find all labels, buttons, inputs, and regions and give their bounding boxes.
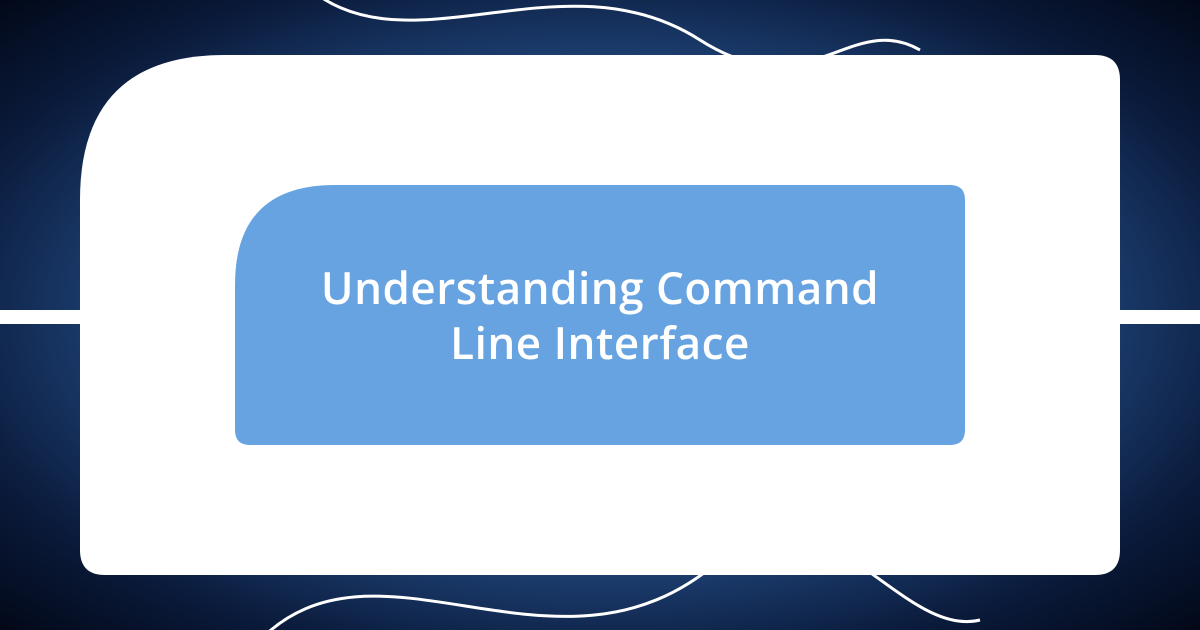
title-panel: Understanding Command Line Interface: [235, 185, 965, 445]
banner-title: Understanding Command Line Interface: [275, 260, 925, 370]
banner-stage: Understanding Command Line Interface: [0, 0, 1200, 630]
